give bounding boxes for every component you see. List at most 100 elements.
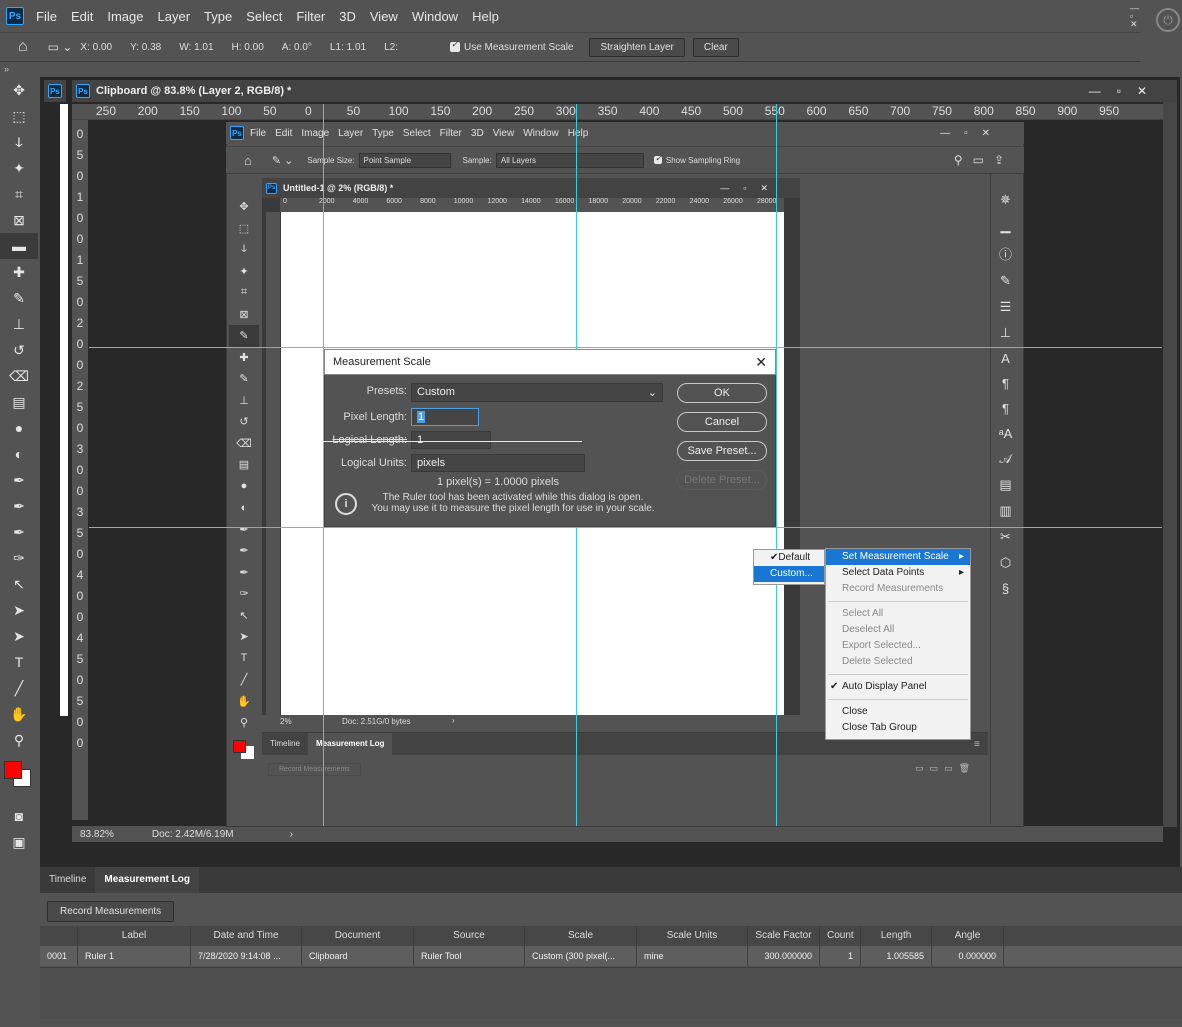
inner-menu-window[interactable]: Window xyxy=(523,128,559,139)
dialog-close-icon[interactable]: ✕ xyxy=(755,354,767,371)
inner-log-actions-icon[interactable]: ▭▭▭🗑 xyxy=(915,763,976,774)
inner-menu-3d[interactable]: 3D xyxy=(471,128,484,139)
inner-zoom-icon[interactable]: ⚲ xyxy=(229,712,259,734)
inner-panel-histogram-icon[interactable]: ▁ xyxy=(1001,218,1011,234)
inner-eraser-icon[interactable]: ⌫ xyxy=(229,433,259,455)
inner-panel-3d-icon[interactable]: ⬡ xyxy=(1000,555,1011,571)
pixel-length-input[interactable]: 1 xyxy=(411,408,479,426)
inner-home-icon[interactable]: ⌂ xyxy=(244,153,252,168)
inner-pen3-icon[interactable]: ✒ xyxy=(229,562,259,584)
straighten-layer-button[interactable]: Straighten Layer xyxy=(589,37,685,57)
submenu-default[interactable]: ✔Default xyxy=(754,550,824,566)
hand-tool-icon[interactable]: ✋ xyxy=(0,701,38,727)
inner-panel-compass-icon[interactable]: ✵ xyxy=(1000,192,1011,208)
direct-select-icon[interactable]: ➤ xyxy=(0,597,38,623)
guide-horizontal[interactable] xyxy=(89,527,1162,528)
menu-auto-display-panel[interactable]: ✔ Auto Display Panel xyxy=(826,679,970,695)
inner-document-tab[interactable]: Ps Untitled-1 @ 2% (RGB/8) * —▫✕ xyxy=(262,178,800,198)
inner-window-controls-icon[interactable]: —▫✕ xyxy=(940,128,1004,139)
healing-brush-icon[interactable]: ✚ xyxy=(0,259,38,285)
inner-panel-scale-icon[interactable]: § xyxy=(1002,581,1009,596)
menu-select-data-points[interactable]: Select Data Points ▸ xyxy=(826,565,970,581)
menu-close[interactable]: Close xyxy=(826,704,970,720)
pen-tool-icon[interactable]: ✒ xyxy=(0,467,38,493)
inner-line-icon[interactable]: ╱ xyxy=(229,669,259,691)
eraser-tool-icon[interactable]: ⌫ xyxy=(0,363,38,389)
inner-lasso-icon[interactable]: ↆ xyxy=(229,239,259,261)
inner-brush-icon[interactable]: ✎ xyxy=(229,368,259,390)
column-scale[interactable]: Scale xyxy=(525,926,637,946)
add-anchor-icon[interactable]: ✒ xyxy=(0,519,38,545)
magic-wand-icon[interactable]: ✦ xyxy=(0,155,38,181)
eyedropper-preset-icon[interactable]: ✎ ⌄ xyxy=(272,154,294,167)
path-select-icon[interactable]: ↖ xyxy=(0,571,38,597)
inner-menu-view[interactable]: View xyxy=(493,128,515,139)
foreground-color-swatch[interactable] xyxy=(4,761,22,779)
ruler-tool-icon[interactable]: ▬ xyxy=(0,233,38,259)
inner-type-icon[interactable]: T xyxy=(229,648,259,670)
menu-type[interactable]: Type xyxy=(204,9,232,24)
menu-file[interactable]: File xyxy=(36,9,57,24)
inner-pen2-icon[interactable]: ✒ xyxy=(229,540,259,562)
inner-stamp-icon[interactable]: ⊥ xyxy=(229,390,259,412)
logical-units-input[interactable]: pixels xyxy=(411,454,585,472)
line-tool-icon[interactable]: ╱ xyxy=(0,675,38,701)
submenu-custom[interactable]: Custom... xyxy=(754,566,824,582)
inner-marquee-icon[interactable]: ⬚ xyxy=(229,218,259,240)
convert-point-icon[interactable]: ✑ xyxy=(0,545,38,571)
column-source[interactable]: Source xyxy=(414,926,525,946)
zoom-level[interactable]: 83.82% xyxy=(80,829,114,840)
ok-button[interactable]: OK xyxy=(677,383,767,403)
menu-edit[interactable]: Edit xyxy=(71,9,93,24)
inner-panel-glyph-icon[interactable]: ᵃA xyxy=(999,426,1013,441)
home-icon[interactable]: ⌂ xyxy=(18,38,28,56)
ruler-tool-preset-icon[interactable]: ▭ ⌄ xyxy=(48,40,73,54)
inner-menu-image[interactable]: Image xyxy=(301,128,329,139)
inner-menu-help[interactable]: Help xyxy=(568,128,589,139)
column-label[interactable]: Label xyxy=(78,926,191,946)
color-swatches[interactable] xyxy=(0,753,38,803)
dodge-tool-icon[interactable]: ◐ xyxy=(0,441,38,467)
inner-pen-icon[interactable]: ✒ xyxy=(229,519,259,541)
logical-length-input[interactable]: 1 xyxy=(411,431,491,449)
collapse-icon[interactable]: » xyxy=(0,64,38,77)
guide-vertical[interactable] xyxy=(776,104,777,826)
column-date-time[interactable]: Date and Time xyxy=(191,926,302,946)
minimize-icon[interactable]: — ▫ ✕ xyxy=(1130,4,1139,29)
menu-select[interactable]: Select xyxy=(246,9,282,24)
record-measurements-button[interactable]: Record Measurements xyxy=(47,901,175,922)
use-measurement-scale-checkbox[interactable]: Use Measurement Scale xyxy=(449,39,573,53)
menu-filter[interactable]: Filter xyxy=(296,9,325,24)
lasso-tool-icon[interactable]: ↆ xyxy=(0,129,38,155)
menu-window[interactable]: Window xyxy=(412,9,458,24)
save-preset-button[interactable]: Save Preset... xyxy=(677,441,767,461)
doc-window-controls-icon[interactable]: —▫✕ xyxy=(1089,84,1163,98)
inner-menu-layer[interactable]: Layer xyxy=(338,128,363,139)
column-count[interactable]: Count xyxy=(820,926,861,946)
inner-panel-stamp-icon[interactable]: ⊥ xyxy=(1000,325,1011,341)
inner-menu-filter[interactable]: Filter xyxy=(440,128,462,139)
history-brush-icon[interactable]: ↺ xyxy=(0,337,38,363)
inner-history-icon[interactable]: ↺ xyxy=(229,411,259,433)
inner-panel-para-icon[interactable]: ¶ xyxy=(1002,376,1009,391)
inner-menu-edit[interactable]: Edit xyxy=(275,128,292,139)
marquee-tool-icon[interactable]: ⬚ xyxy=(0,103,38,129)
show-sampling-ring-checkbox[interactable]: Show Sampling Ring xyxy=(653,153,740,165)
menu-close-tab-group[interactable]: Close Tab Group xyxy=(826,720,970,736)
status-expand-icon[interactable]: › xyxy=(290,829,293,840)
gradient-tool-icon[interactable]: ▤ xyxy=(0,389,38,415)
inner-measurement-log-tab[interactable]: Measurement Log xyxy=(307,733,393,755)
presets-select[interactable]: Custom ⌄ xyxy=(411,383,663,402)
inner-select-icon[interactable]: ➤ xyxy=(229,626,259,648)
inner-menu-file[interactable]: File xyxy=(250,128,266,139)
inner-panel-doc-icon[interactable]: ▤ xyxy=(999,477,1011,493)
inner-doc-controls-icon[interactable]: —▫✕ xyxy=(720,183,782,194)
inner-menu-select[interactable]: Select xyxy=(403,128,431,139)
column-angle[interactable]: Angle xyxy=(932,926,1004,946)
power-icon[interactable]: ⏻ xyxy=(1156,8,1180,32)
direct-select-icon-2[interactable]: ➤ xyxy=(0,623,38,649)
other-tab[interactable]: Ps xyxy=(44,80,66,102)
inner-record-button[interactable]: Record Measurements xyxy=(268,763,361,776)
quick-mask-icon[interactable]: ◙ xyxy=(0,803,38,829)
inner-hand-icon[interactable]: ✋ xyxy=(229,691,259,713)
